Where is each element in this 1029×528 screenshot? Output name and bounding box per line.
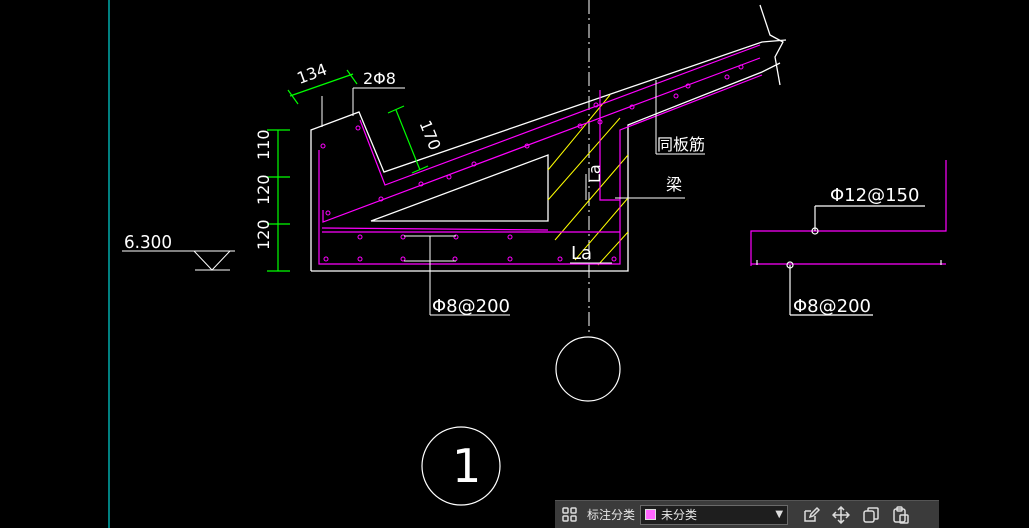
- category-color-swatch: [645, 509, 657, 520]
- dim-120-lower-text: 120: [254, 219, 273, 250]
- move-button[interactable]: [826, 502, 856, 528]
- detail-top-rebar-text: Φ12@150: [830, 185, 919, 206]
- rebar-detail: [750, 160, 947, 316]
- same-slab-text: 同板筋: [657, 135, 705, 154]
- dimension-lines: [267, 69, 429, 272]
- dim-170-text: 170: [416, 118, 445, 153]
- edit-icon: [804, 506, 821, 522]
- move-icon: [832, 505, 851, 524]
- annotation-toolbar: 标注分类 未分类 ▼: [555, 500, 939, 528]
- rebar-2phi8-text: 2Φ8: [363, 69, 396, 88]
- paste-button[interactable]: [886, 502, 916, 528]
- leader-lines: [122, 80, 705, 316]
- la-horizontal-text: La: [571, 243, 592, 264]
- grid-icon: [562, 506, 577, 522]
- chevron-down-icon: ▼: [775, 509, 784, 520]
- copy-button[interactable]: [856, 502, 886, 528]
- dim-110-text: 110: [254, 129, 273, 160]
- category-select[interactable]: 未分类 ▼: [640, 504, 789, 525]
- rebar-bottom-text: Φ8@200: [432, 296, 510, 317]
- dim-120-upper-text: 120: [254, 174, 273, 205]
- detail-bottom-rebar-text: Φ8@200: [793, 296, 871, 317]
- elevation-text: 6.300: [124, 232, 172, 253]
- grid-button[interactable]: [555, 502, 585, 528]
- section-number-text: 1: [452, 439, 481, 493]
- beam-text: 梁: [666, 175, 682, 194]
- category-label: 标注分类: [587, 508, 636, 522]
- copy-icon: [863, 506, 879, 523]
- cad-drawing-canvas[interactable]: 6.300 134 2Φ8 170 110 120 120 同板筋 梁 La L…: [0, 0, 1029, 528]
- axis-bubble: [555, 336, 621, 402]
- category-value: 未分类: [661, 508, 698, 522]
- paste-icon: [893, 505, 909, 524]
- edit-button[interactable]: [796, 502, 826, 528]
- la-vertical-text: La: [585, 164, 604, 183]
